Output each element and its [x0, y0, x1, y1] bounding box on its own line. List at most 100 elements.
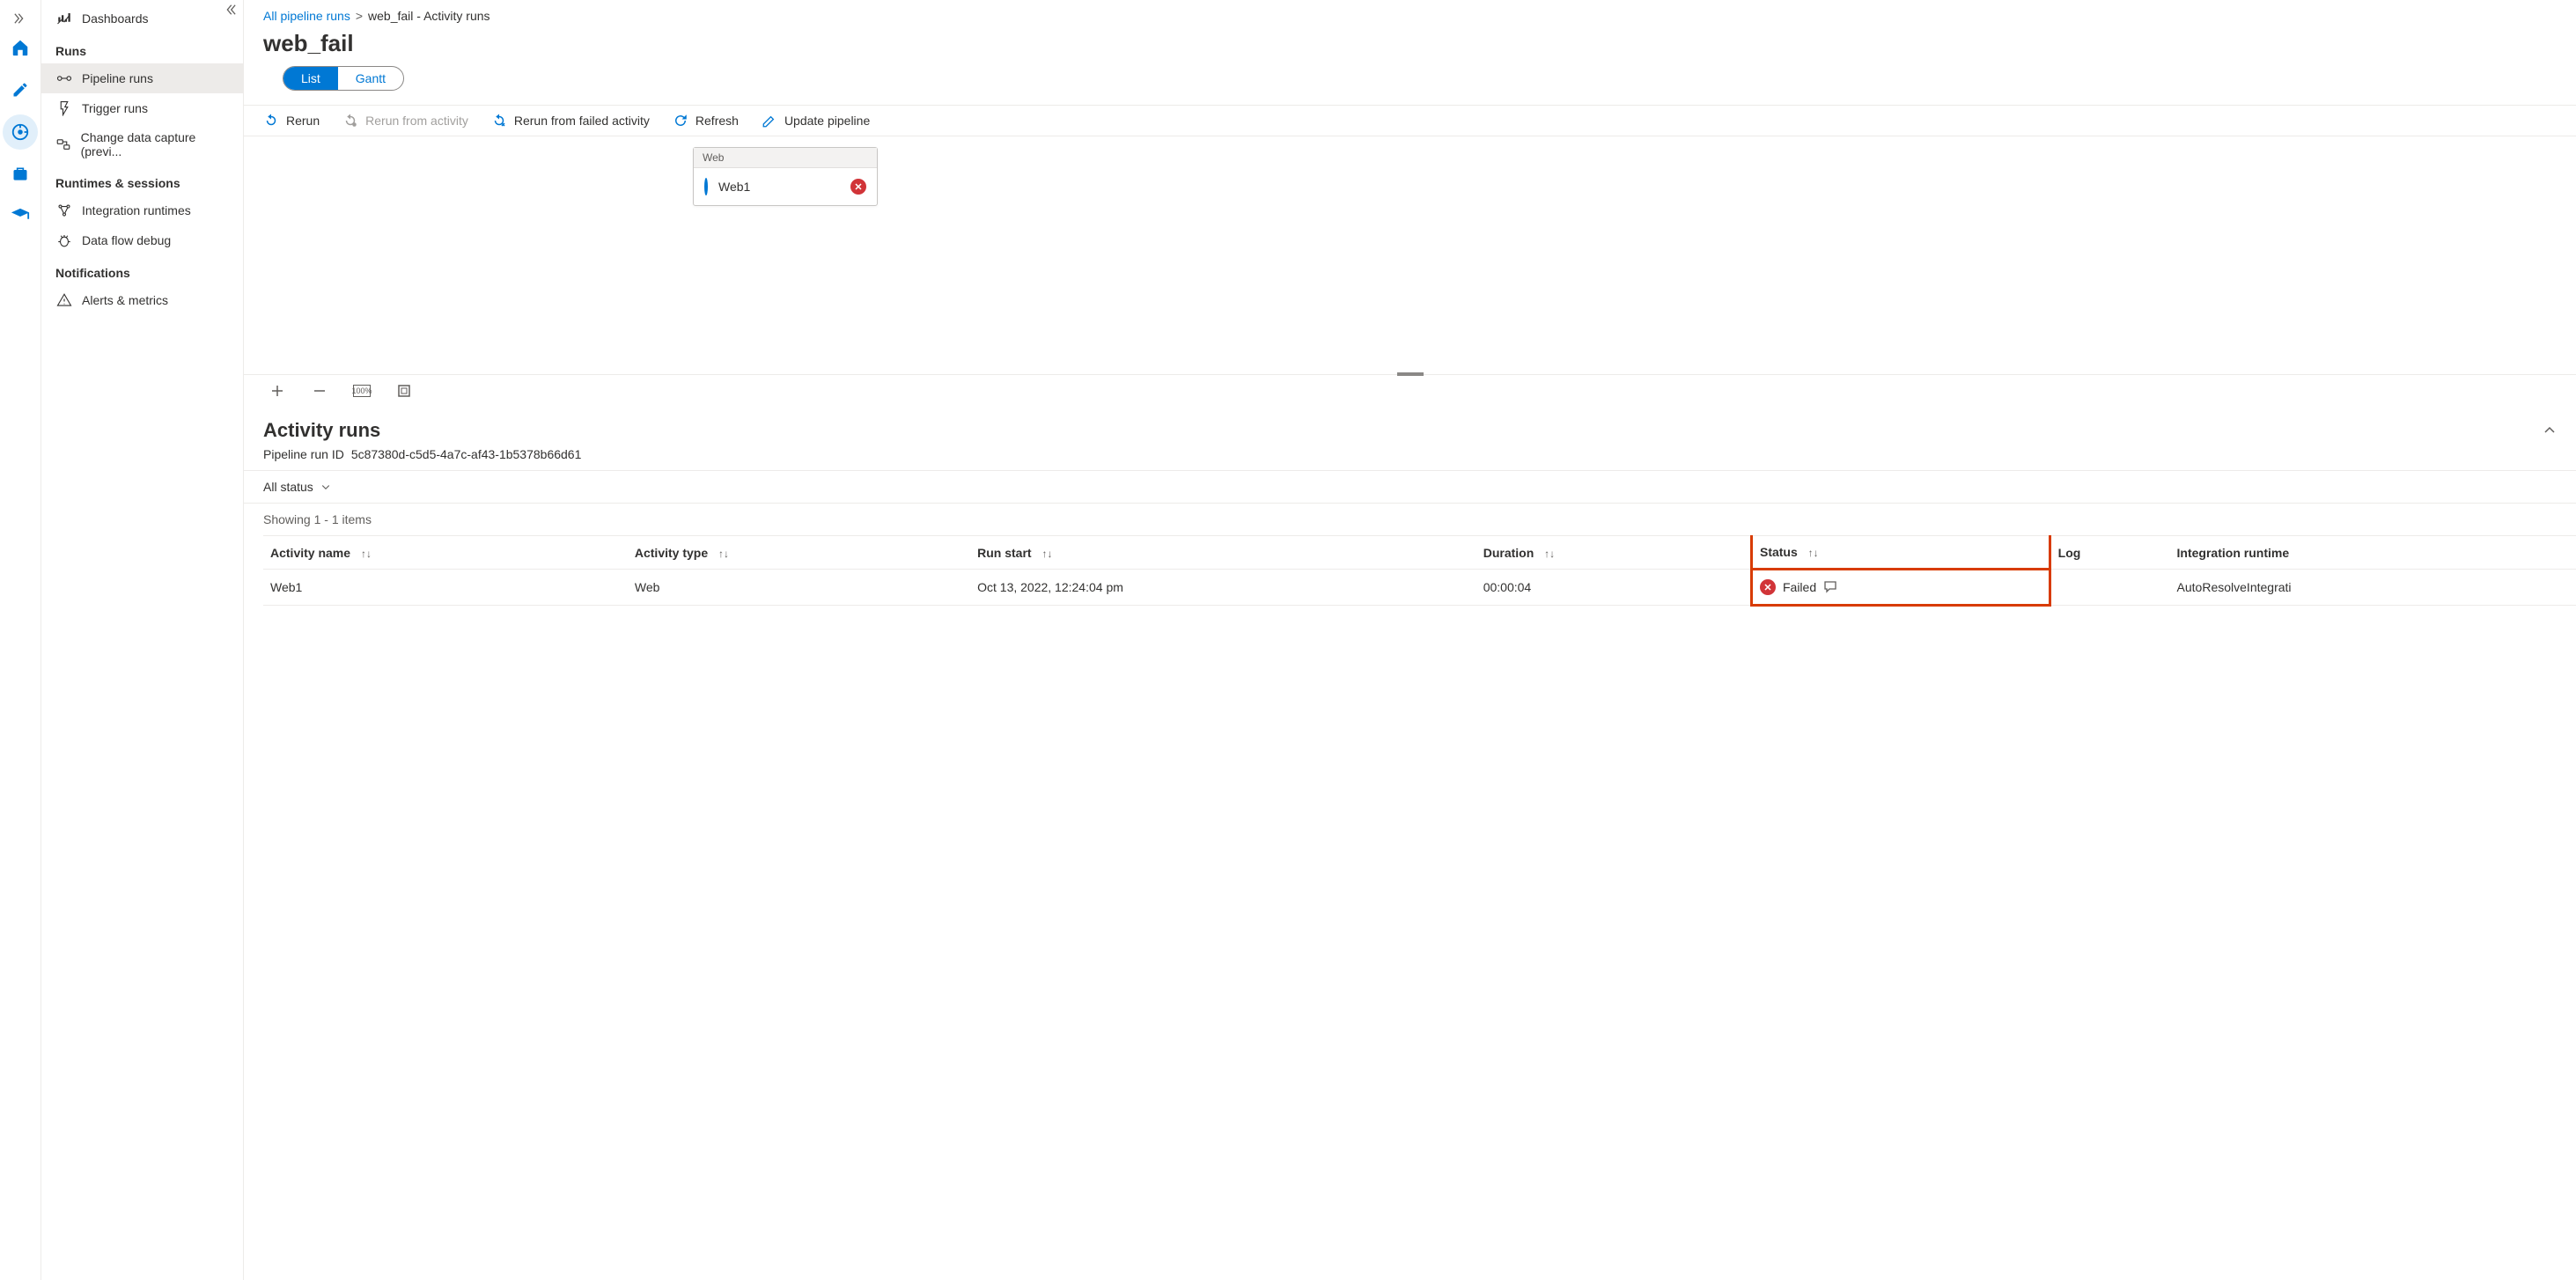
status-filter-dropdown[interactable]: All status — [263, 480, 331, 494]
table-row[interactable]: Web1 Web Oct 13, 2022, 12:24:04 pm 00:00… — [263, 570, 2576, 606]
sidebar-item-cdc[interactable]: Change data capture (previ... — [41, 123, 243, 166]
toolbar-label: Rerun from activity — [365, 114, 468, 128]
activity-node-name: Web1 — [718, 180, 750, 194]
view-toggle-list[interactable]: List — [283, 67, 338, 90]
zoom-out-icon[interactable] — [311, 384, 328, 398]
resize-handle[interactable] — [1397, 372, 1424, 376]
toolbar-label: Update pipeline — [784, 114, 870, 128]
main-content: All pipeline runs > web_fail - Activity … — [244, 0, 2576, 1280]
activity-node-web1[interactable]: Web Web1 ✕ — [693, 147, 878, 206]
col-activity-name[interactable]: Activity name ↑↓ — [263, 536, 628, 570]
breadcrumb-separator: > — [356, 9, 363, 23]
sidebar-section-runs: Runs — [41, 33, 243, 63]
sidebar-item-trigger-runs[interactable]: Trigger runs — [41, 93, 243, 123]
sidebar-item-label: Trigger runs — [82, 101, 148, 115]
toolbar-label: Refresh — [696, 114, 739, 128]
rerun-from-activity-icon — [342, 113, 358, 129]
col-log[interactable]: Log — [2050, 536, 2169, 570]
sidebar-item-label: Data flow debug — [82, 233, 171, 247]
items-count: Showing 1 - 1 items — [244, 503, 2576, 535]
page-title: web_fail — [244, 28, 2576, 66]
rail-monitor-icon[interactable] — [3, 114, 38, 150]
globe-icon — [704, 180, 708, 194]
activity-runs-heading: Activity runs — [263, 419, 380, 442]
rerun-button[interactable]: Rerun — [263, 113, 320, 129]
cell-status: ✕ Failed — [1751, 570, 2050, 606]
toolbar-label: Rerun from failed activity — [514, 114, 650, 128]
sort-icon[interactable]: ↑↓ — [1808, 547, 1819, 559]
breadcrumb-current: web_fail - Activity runs — [368, 9, 490, 23]
sidebar-section-notifications: Notifications — [41, 255, 243, 285]
cell-activity-type: Web — [628, 570, 970, 606]
col-activity-type[interactable]: Activity type ↑↓ — [628, 536, 970, 570]
rerun-from-failed-button[interactable]: Rerun from failed activity — [491, 113, 650, 129]
cdc-icon — [55, 136, 72, 152]
error-icon: ✕ — [1760, 579, 1776, 595]
error-icon: ✕ — [850, 179, 866, 195]
activity-runs-table: Activity name ↑↓ Activity type ↑↓ Run st… — [263, 535, 2576, 607]
status-filter-label: All status — [263, 480, 313, 494]
run-id-label: Pipeline run ID — [263, 447, 344, 461]
pipeline-runs-icon — [55, 70, 73, 86]
chevron-down-icon — [320, 482, 331, 492]
dataflow-debug-icon — [55, 232, 73, 248]
breadcrumb-root-link[interactable]: All pipeline runs — [263, 9, 350, 23]
pipeline-canvas[interactable]: Web Web1 ✕ — [244, 136, 2576, 374]
sort-icon[interactable]: ↑↓ — [1041, 548, 1052, 560]
toolbar: Rerun Rerun from activity Rerun from fai… — [244, 105, 2576, 136]
sidebar-item-label: Alerts & metrics — [82, 293, 168, 307]
cell-run-start: Oct 13, 2022, 12:24:04 pm — [970, 570, 1476, 606]
sort-icon[interactable]: ↑↓ — [718, 548, 729, 560]
col-run-start[interactable]: Run start ↑↓ — [970, 536, 1476, 570]
toolbar-label: Rerun — [286, 114, 320, 128]
rail-home-icon[interactable] — [3, 30, 38, 65]
trigger-runs-icon — [55, 100, 73, 116]
canvas-zoom-controls: 100% — [244, 374, 2576, 407]
col-status[interactable]: Status ↑↓ — [1751, 536, 2050, 570]
sidebar-item-label: Change data capture (previ... — [81, 130, 229, 158]
breadcrumb: All pipeline runs > web_fail - Activity … — [244, 0, 2576, 28]
rerun-from-failed-icon — [491, 113, 507, 129]
sidebar-item-dashboards[interactable]: Dashboards — [41, 4, 243, 33]
sidebar-item-alerts[interactable]: Alerts & metrics — [41, 285, 243, 315]
sidebar-item-integration-runtimes[interactable]: Integration runtimes — [41, 195, 243, 225]
dashboards-icon — [55, 11, 73, 26]
cell-log — [2050, 570, 2169, 606]
zoom-in-icon[interactable] — [269, 384, 286, 398]
update-pipeline-icon — [762, 113, 777, 129]
sidebar-item-label: Integration runtimes — [82, 203, 191, 217]
sidebar-item-pipeline-runs[interactable]: Pipeline runs — [41, 63, 243, 93]
sidebar-item-label: Dashboards — [82, 11, 149, 26]
rail-expand-icon[interactable] — [0, 7, 40, 30]
icon-rail — [0, 0, 41, 1280]
sidebar-section-runtimes: Runtimes & sessions — [41, 166, 243, 195]
sidebar-collapse-icon[interactable] — [224, 4, 236, 16]
zoom-fit-icon[interactable] — [395, 384, 413, 398]
activity-node-type: Web — [694, 148, 877, 168]
cell-activity-name: Web1 — [263, 570, 628, 606]
col-integration-runtime[interactable]: Integration runtime — [2170, 536, 2576, 570]
rail-manage-icon[interactable] — [3, 157, 38, 192]
refresh-button[interactable]: Refresh — [673, 113, 739, 129]
view-toggle: List Gantt — [283, 66, 404, 91]
view-toggle-gantt[interactable]: Gantt — [338, 67, 403, 90]
cell-duration: 00:00:04 — [1476, 570, 1752, 606]
sidebar-item-dataflow-debug[interactable]: Data flow debug — [41, 225, 243, 255]
run-id-value: 5c87380d-c5d5-4a7c-af43-1b5378b66d61 — [351, 447, 582, 461]
update-pipeline-button[interactable]: Update pipeline — [762, 113, 870, 129]
zoom-reset-icon[interactable]: 100% — [353, 385, 371, 397]
collapse-section-icon[interactable] — [2543, 423, 2557, 438]
rerun-from-activity-button: Rerun from activity — [342, 113, 468, 129]
sidebar: Dashboards Runs Pipeline runs Trigger ru… — [41, 0, 244, 1280]
rerun-icon — [263, 113, 279, 129]
cell-integration-runtime: AutoResolveIntegrati — [2170, 570, 2576, 606]
sort-icon[interactable]: ↑↓ — [1544, 548, 1555, 560]
pipeline-run-id-row: Pipeline run ID 5c87380d-c5d5-4a7c-af43-… — [244, 445, 2576, 470]
sort-icon[interactable]: ↑↓ — [361, 548, 372, 560]
refresh-icon — [673, 113, 688, 129]
rail-author-icon[interactable] — [3, 72, 38, 107]
speech-bubble-icon[interactable] — [1823, 580, 1837, 594]
sidebar-item-label: Pipeline runs — [82, 71, 153, 85]
col-duration[interactable]: Duration ↑↓ — [1476, 536, 1752, 570]
rail-learn-icon[interactable] — [3, 199, 38, 234]
